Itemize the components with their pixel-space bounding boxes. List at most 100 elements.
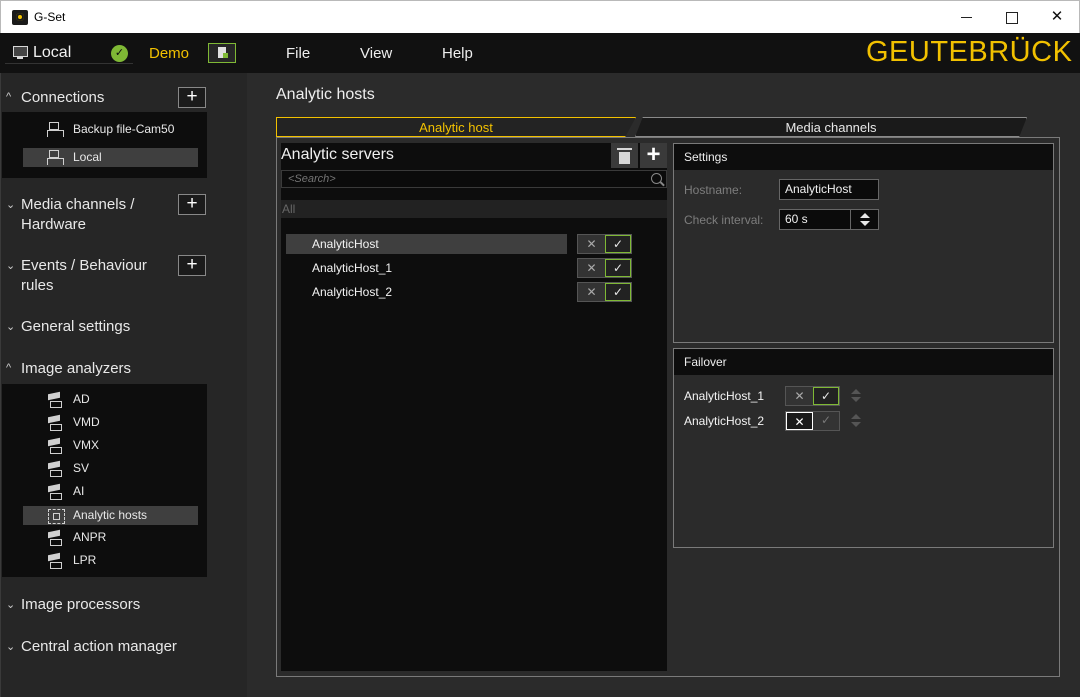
section-connections[interactable]: ^ Connections +: [1, 87, 248, 109]
table-row[interactable]: AnalyticHost_2 ✕ ✓: [286, 282, 667, 302]
panel-title: Analytic servers: [281, 146, 394, 163]
tab-media-channels[interactable]: Media channels: [635, 117, 1027, 137]
section-central-action-manager[interactable]: ⌄ Central action manager: [1, 636, 248, 658]
menu-file[interactable]: File: [286, 45, 310, 62]
window-title: G-Set: [34, 10, 66, 24]
menu-view[interactable]: View: [360, 45, 392, 62]
add-server-button[interactable]: +: [640, 143, 667, 168]
enable-icon[interactable]: ✓: [605, 259, 631, 277]
sidebar-item-sv[interactable]: SV: [23, 459, 198, 478]
panel-title: Settings: [674, 144, 1053, 170]
sidebar-item-label: VMX: [73, 438, 100, 452]
camera-analyzer-icon: [47, 392, 64, 408]
network-icon: [47, 122, 64, 137]
enable-toggle[interactable]: ✕ ✓: [785, 411, 840, 431]
disable-icon[interactable]: ✕: [786, 412, 813, 430]
check-interval-stepper[interactable]: 60 s: [779, 209, 879, 230]
sidebar-item-label: Analytic hosts: [73, 508, 148, 522]
connections-list: Backup file-Cam50 Local: [2, 112, 207, 178]
section-title: Image processors: [21, 596, 141, 613]
enable-icon[interactable]: ✓: [605, 235, 631, 253]
disable-icon[interactable]: ✕: [578, 235, 605, 253]
analytic-servers-panel: Analytic servers + All AnalyticHost ✕ ✓ …: [281, 143, 667, 671]
camera-analyzer-icon: [47, 461, 64, 477]
delete-button[interactable]: [611, 143, 638, 168]
sidebar-item-anpr[interactable]: ANPR: [23, 528, 198, 547]
sidebar-item-local[interactable]: Local: [23, 148, 198, 167]
failover-panel: Failover AnalyticHost_1 ✕ ✓ AnalyticHost…: [673, 348, 1054, 548]
demo-label: Demo: [149, 45, 190, 62]
sidebar-item-vmd[interactable]: VMD: [23, 413, 198, 432]
table-row[interactable]: AnalyticHost_1 ✕ ✓: [286, 258, 667, 278]
sidebar-item-label: AD: [73, 392, 90, 406]
enable-toggle[interactable]: ✕ ✓: [785, 386, 840, 406]
connection-icon: [13, 46, 28, 59]
chevron-down-icon: ⌄: [6, 599, 16, 611]
section-media-channels[interactable]: ⌄ Media channels / Hardware +: [1, 194, 248, 236]
list-item[interactable]: AnalyticHost_1 ✕ ✓: [684, 386, 874, 406]
sidebar-item-lpr[interactable]: LPR: [23, 551, 198, 570]
camera-analyzer-icon: [47, 484, 64, 500]
sidebar-item-vmx[interactable]: VMX: [23, 436, 198, 455]
close-button[interactable]: ✕: [1034, 1, 1080, 33]
sidebar-item-label: SV: [73, 461, 90, 475]
menu-bar: Local ✓ Demo File View Help GEUTEBRÜCK: [0, 33, 1080, 73]
table-row[interactable]: AnalyticHost ✕ ✓: [286, 234, 667, 254]
disable-icon[interactable]: ✕: [578, 259, 605, 277]
sidebar-item-label: LPR: [73, 553, 97, 567]
chevron-down-icon: ⌄: [6, 321, 16, 333]
reorder-arrows-icon[interactable]: [850, 387, 862, 406]
save-config-button[interactable]: [208, 43, 236, 63]
search-icon[interactable]: [651, 173, 662, 184]
section-image-analyzers[interactable]: ^ Image analyzers: [1, 358, 248, 380]
enable-toggle[interactable]: ✕ ✓: [577, 258, 632, 278]
sidebar-item-label: Backup file-Cam50: [73, 122, 175, 136]
add-event-button[interactable]: +: [178, 255, 206, 276]
sidebar-item-ad[interactable]: AD: [23, 390, 198, 409]
enable-toggle[interactable]: ✕ ✓: [577, 282, 632, 302]
menu-help[interactable]: Help: [442, 45, 473, 62]
section-title: Image analyzers: [21, 360, 132, 377]
connection-ok-icon: ✓: [111, 45, 128, 62]
enable-icon[interactable]: ✓: [605, 283, 631, 301]
camera-analyzer-icon: [47, 438, 64, 454]
sidebar-item-ai[interactable]: AI: [23, 482, 198, 501]
sidebar-item-label: ANPR: [73, 530, 107, 544]
add-media-channel-button[interactable]: +: [178, 194, 206, 215]
network-icon: [47, 150, 64, 165]
sidebar-item-label: Local: [73, 150, 102, 164]
sidebar-item-label: AI: [73, 484, 85, 498]
enable-icon[interactable]: ✓: [813, 387, 839, 405]
sidebar-item-backup-file[interactable]: Backup file-Cam50: [23, 120, 198, 139]
minimize-button[interactable]: [944, 1, 990, 33]
disable-icon[interactable]: ✕: [786, 387, 813, 405]
search-input[interactable]: [281, 170, 667, 188]
server-name: AnalyticHost_1: [312, 261, 393, 275]
connection-label: Local: [33, 44, 72, 61]
section-image-processors[interactable]: ⌄ Image processors: [1, 594, 248, 616]
section-events[interactable]: ⌄ Events / Behaviour rules +: [1, 255, 248, 297]
page-title: Analytic hosts: [276, 86, 375, 103]
tab-analytic-host[interactable]: Analytic host: [276, 117, 636, 137]
failover-host-name: AnalyticHost_2: [684, 414, 765, 428]
hostname-field[interactable]: AnalyticHost: [779, 179, 879, 200]
section-title: Central action manager: [21, 638, 177, 655]
enable-toggle[interactable]: ✕ ✓: [577, 234, 632, 254]
list-item[interactable]: AnalyticHost_2 ✕ ✓: [684, 411, 874, 431]
app-logo-icon: [12, 10, 28, 25]
reorder-arrows-icon[interactable]: [850, 412, 862, 431]
section-title: Connections: [21, 89, 105, 106]
enable-icon[interactable]: ✓: [813, 412, 839, 430]
disable-icon[interactable]: ✕: [578, 283, 605, 301]
spinner-arrows-icon[interactable]: [850, 210, 878, 229]
analytic-hosts-icon: [47, 508, 65, 524]
maximize-button[interactable]: [989, 1, 1035, 33]
connection-selector[interactable]: Local ✓: [5, 42, 133, 64]
sidebar: ^ Connections + Backup file-Cam50 Local …: [0, 73, 247, 697]
section-title: General settings: [21, 318, 131, 335]
add-connection-button[interactable]: +: [178, 87, 206, 108]
section-title-line2: Hardware: [21, 216, 87, 233]
filter-all[interactable]: All: [281, 200, 667, 218]
section-general-settings[interactable]: ⌄ General settings: [1, 316, 248, 338]
sidebar-item-analytic-hosts[interactable]: Analytic hosts: [23, 506, 198, 525]
